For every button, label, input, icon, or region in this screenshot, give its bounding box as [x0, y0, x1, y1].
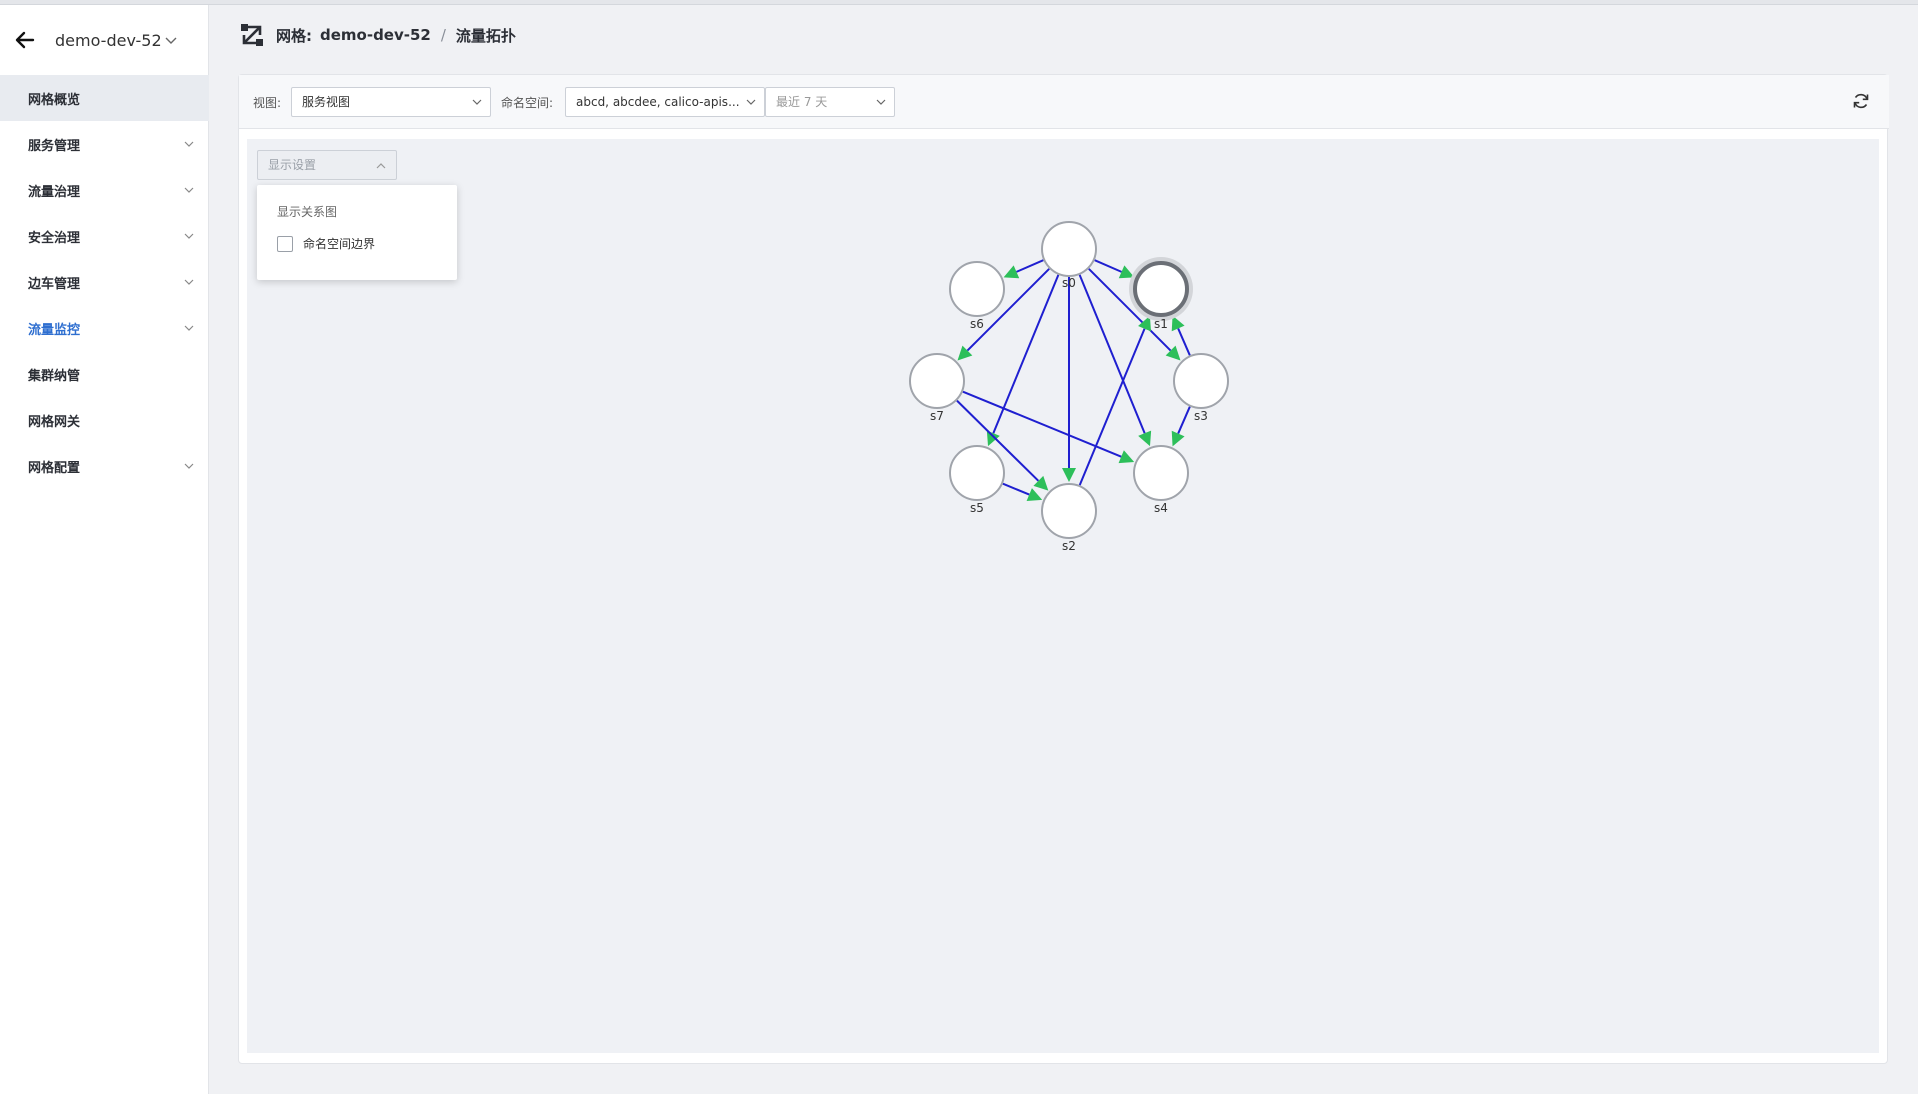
- node-circle[interactable]: [1041, 221, 1097, 277]
- chevron-down-icon[interactable]: [164, 33, 178, 47]
- sidebar-item-label: 集群纳管: [28, 368, 81, 384]
- node-s2[interactable]: s2: [1041, 483, 1097, 553]
- node-circle[interactable]: [1133, 445, 1189, 501]
- view-label: 视图:: [253, 96, 282, 110]
- view-select[interactable]: 服务视图: [291, 87, 491, 117]
- chevron-down-icon: [184, 463, 194, 469]
- topology-canvas[interactable]: s0 s1 s2 s3 s4 s5 s6 s7 显示设置 显示关系图 命名空间边界: [247, 139, 1879, 1053]
- sidebar: demo-dev-52 网格概览服务管理流量治理安全治理边车管理流量监控集群纳管…: [0, 5, 209, 1094]
- chevron-down-icon: [746, 99, 756, 105]
- edge-s5-s2[interactable]: [1002, 482, 1030, 496]
- sidebar-item-label: 网格概览: [28, 92, 81, 108]
- chevron-down-icon: [184, 141, 194, 147]
- node-s7[interactable]: s7: [909, 353, 965, 423]
- node-s4[interactable]: s4: [1133, 445, 1189, 515]
- edge-arrow-s0-s2: [1062, 468, 1076, 482]
- node-s6[interactable]: s6: [949, 261, 1005, 331]
- edge-s0-s1[interactable]: [1094, 259, 1122, 273]
- chevron-down-icon: [184, 325, 194, 331]
- sidebar-item-6[interactable]: 集群纳管: [0, 351, 209, 397]
- namespace-boundary-label: 命名空间边界: [303, 237, 376, 251]
- sidebar-item-label: 网格网关: [28, 414, 81, 430]
- node-circle[interactable]: [1173, 353, 1229, 409]
- mesh-switcher[interactable]: demo-dev-52: [0, 5, 209, 73]
- node-s0[interactable]: s0: [1041, 221, 1097, 290]
- display-settings-button[interactable]: 显示设置: [257, 150, 397, 180]
- top-border: [0, 0, 1918, 5]
- sidebar-item-8[interactable]: 网格配置: [0, 443, 209, 489]
- namespace-label: 命名空间:: [501, 96, 554, 110]
- back-arrow-icon[interactable]: [14, 29, 36, 51]
- node-circle[interactable]: [1041, 483, 1097, 539]
- display-settings-dropdown: 显示关系图 命名空间边界: [257, 185, 457, 280]
- edge-s3-s1[interactable]: [1177, 328, 1191, 356]
- breadcrumb-mesh-prefix: 网格:: [276, 26, 312, 45]
- breadcrumb-mesh-name[interactable]: demo-dev-52: [320, 26, 431, 44]
- namespace-boundary-option[interactable]: 命名空间边界: [277, 235, 375, 252]
- node-circle[interactable]: [909, 353, 965, 409]
- dropdown-title: 显示关系图: [277, 205, 338, 219]
- sidebar-nav: 网格概览服务管理流量治理安全治理边车管理流量监控集群纳管网格网关网格配置: [0, 75, 209, 489]
- time-range-select[interactable]: 最近 7 天: [765, 87, 895, 117]
- namespace-select[interactable]: abcd, abcdee, calico-apis...: [565, 87, 765, 117]
- node-label: s5: [970, 501, 984, 515]
- edge-s0-s6[interactable]: [1016, 259, 1044, 273]
- sidebar-item-0[interactable]: 网格概览: [0, 75, 209, 121]
- chevron-down-icon: [184, 187, 194, 193]
- chevron-down-icon: [184, 279, 194, 285]
- breadcrumb: 网格: demo-dev-52 / 流量拓扑: [240, 20, 516, 50]
- sidebar-item-label: 安全治理: [28, 230, 81, 246]
- node-label: s1: [1154, 317, 1168, 331]
- node-label: s7: [930, 409, 944, 423]
- chevron-down-icon: [876, 99, 886, 105]
- node-label: s2: [1062, 539, 1076, 553]
- node-s5[interactable]: s5: [949, 445, 1005, 515]
- edge-s3-s4[interactable]: [1177, 406, 1191, 434]
- sidebar-item-2[interactable]: 流量治理: [0, 167, 209, 213]
- mesh-logo-icon: [241, 24, 263, 46]
- node-circle[interactable]: [1133, 261, 1189, 317]
- node-label: s4: [1154, 501, 1168, 515]
- sidebar-item-label: 网格配置: [28, 460, 81, 476]
- refresh-icon[interactable]: [1851, 91, 1871, 111]
- chevron-down-icon: [184, 233, 194, 239]
- sidebar-item-label: 流量监控: [28, 322, 81, 338]
- sidebar-item-label: 边车管理: [28, 276, 81, 292]
- sidebar-item-5[interactable]: 流量监控: [0, 305, 209, 351]
- chevron-down-icon: [472, 99, 482, 105]
- sidebar-item-7[interactable]: 网格网关: [0, 397, 209, 443]
- sidebar-item-4[interactable]: 边车管理: [0, 259, 209, 305]
- topology-panel: 视图: 服务视图 命名空间: abcd, abcdee, calico-apis…: [238, 74, 1889, 1064]
- page-title: 流量拓扑: [455, 26, 516, 45]
- sidebar-item-1[interactable]: 服务管理: [0, 121, 209, 167]
- sidebar-item-label: 服务管理: [28, 138, 81, 154]
- node-label: s0: [1062, 276, 1076, 290]
- topology-graph[interactable]: s0 s1 s2 s3 s4 s5 s6 s7: [247, 139, 1879, 1053]
- breadcrumb-separator: /: [440, 26, 446, 44]
- namespace-boundary-checkbox[interactable]: [277, 235, 293, 252]
- node-label: s3: [1194, 409, 1208, 423]
- sidebar-item-label: 流量治理: [28, 184, 81, 200]
- mesh-name[interactable]: demo-dev-52: [55, 31, 162, 50]
- chevron-up-icon: [376, 163, 386, 169]
- node-s3[interactable]: s3: [1173, 353, 1229, 423]
- filter-toolbar: 视图: 服务视图 命名空间: abcd, abcdee, calico-apis…: [239, 75, 1889, 129]
- view-select-value: 服务视图: [302, 95, 351, 109]
- sidebar-item-3[interactable]: 安全治理: [0, 213, 209, 259]
- node-circle[interactable]: [949, 445, 1005, 501]
- time-range-value: 最近 7 天: [776, 95, 828, 109]
- display-settings-label: 显示设置: [268, 158, 317, 172]
- node-label: s6: [970, 317, 984, 331]
- namespace-select-value: abcd, abcdee, calico-apis...: [576, 95, 740, 109]
- node-circle[interactable]: [949, 261, 1005, 317]
